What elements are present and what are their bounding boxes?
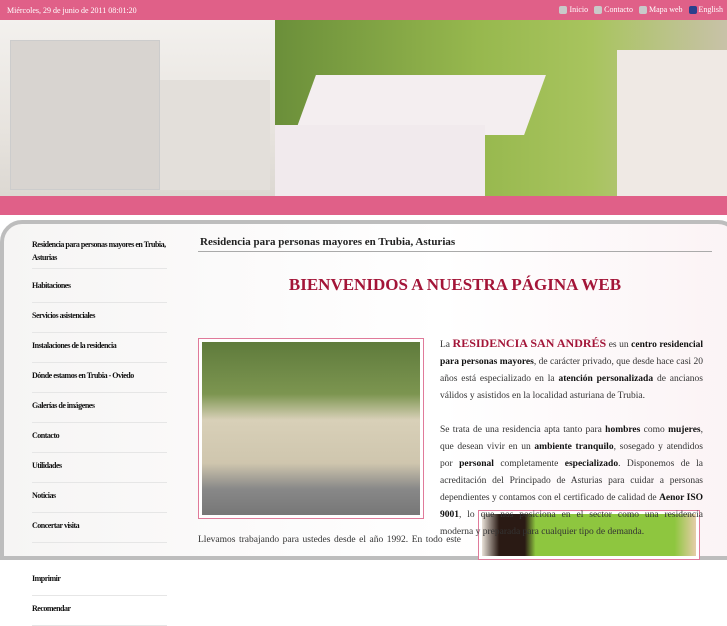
link-inicio[interactable]: Inicio (569, 5, 588, 14)
page-subtitle: Residencia para personas mayores en Trub… (200, 236, 456, 248)
residence-photo (198, 338, 424, 519)
intro-text: La RESIDENCIA SAN ANDRÉS es un centro re… (440, 335, 703, 558)
bedroom-image (275, 20, 727, 196)
home-icon (559, 6, 568, 15)
link-mapa-web[interactable]: Mapa web (649, 5, 683, 14)
nav-habitaciones[interactable]: Habitaciones (32, 279, 167, 303)
intro-paragraph-2: Se trata de una residencia apta tanto pa… (440, 425, 704, 537)
link-english[interactable]: English (699, 5, 723, 14)
divider (198, 251, 712, 252)
nav-noticias[interactable]: Noticias (32, 489, 167, 513)
uk-flag-icon (688, 6, 697, 15)
mail-icon (594, 6, 603, 15)
house-image (0, 20, 275, 196)
nav-donde-estamos[interactable]: Dónde estamos en Trubia - Oviedo (32, 369, 167, 393)
nav-contacto[interactable]: Contacto (32, 429, 167, 453)
nav-galerias[interactable]: Galerías de imágenes (32, 399, 167, 423)
welcome-heading: BIENVENIDOS A NUESTRA PÁGINA WEB (288, 275, 622, 294)
nav-utilidades[interactable]: Utilidades (32, 459, 167, 483)
intro-paragraph-1: La RESIDENCIA SAN ANDRÉS es un centro re… (440, 336, 704, 401)
nav-recomendar[interactable]: Recomendar (32, 602, 167, 626)
date-time: Miércoles, 29 de junio de 2011 08:01:20 (7, 6, 137, 15)
top-bar: Miércoles, 29 de junio de 2011 08:01:20 … (0, 0, 727, 20)
sidebar-nav: Residencia para personas mayores en Trub… (32, 238, 167, 626)
pink-band (0, 196, 727, 215)
sitemap-icon (639, 6, 647, 15)
top-nav: Inicio Contacto Mapa web English (559, 5, 723, 15)
nav-instalaciones[interactable]: Instalaciones de la residencia (32, 339, 167, 363)
nav-concertar-visita[interactable]: Concertar visita (32, 519, 167, 543)
nav-servicios[interactable]: Servicios asistenciales (32, 309, 167, 333)
header-banner (0, 20, 727, 196)
link-contacto[interactable]: Contacto (604, 5, 633, 14)
history-paragraph: Llevamos trabajando para ustedes desde e… (198, 535, 461, 545)
nav-residencia[interactable]: Residencia para personas mayores en Trub… (32, 238, 167, 269)
nav-imprimir[interactable]: Imprimir (32, 572, 167, 596)
